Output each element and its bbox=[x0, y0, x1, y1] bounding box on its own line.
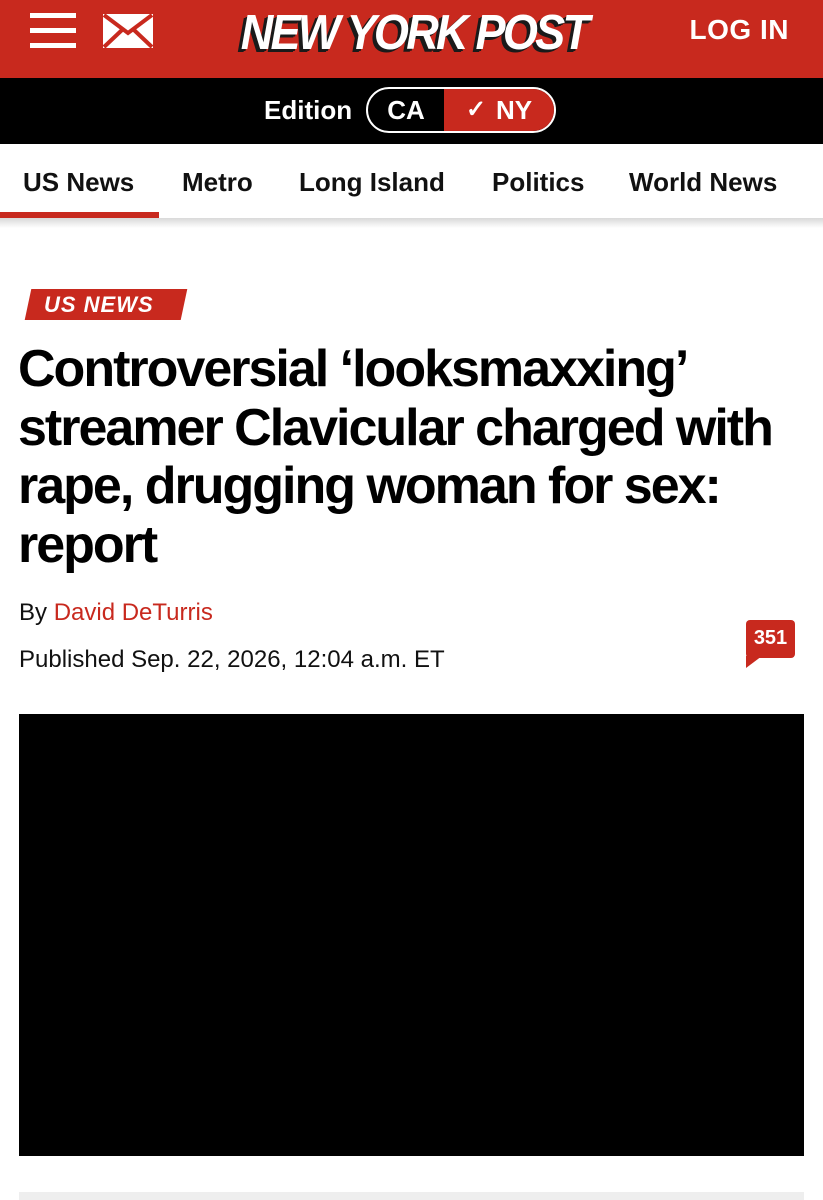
checkmark-icon: ✓ bbox=[466, 96, 487, 123]
edition-option-ca[interactable]: CA bbox=[368, 89, 444, 131]
published-date: Published Sep. 22, 2026, 12:04 a.m. ET bbox=[19, 646, 445, 673]
edition-toggle[interactable]: CA ✓ NY bbox=[366, 87, 556, 133]
site-logo[interactable]: NEW YORK POST bbox=[239, 0, 590, 68]
article-media[interactable] bbox=[19, 714, 804, 1156]
section-tag[interactable]: US NEWS bbox=[44, 290, 154, 320]
hamburger-menu-icon[interactable] bbox=[30, 13, 76, 51]
nav-item-metro[interactable]: Metro bbox=[182, 167, 253, 198]
edition-option-ny-label: NY bbox=[496, 95, 533, 125]
login-button[interactable]: LOG IN bbox=[690, 14, 789, 46]
byline: By David DeTurris bbox=[19, 599, 213, 627]
section-nav: US News Metro Long Island Politics World… bbox=[0, 144, 823, 218]
edition-bar: Edition CA ✓ NY bbox=[0, 78, 823, 144]
content-divider bbox=[19, 1192, 804, 1200]
nav-shadow bbox=[0, 218, 823, 228]
comment-count: 351 bbox=[746, 620, 795, 658]
nav-item-long-island[interactable]: Long Island bbox=[299, 167, 445, 198]
nav-item-politics[interactable]: Politics bbox=[492, 167, 584, 198]
byline-prefix: By bbox=[19, 599, 48, 626]
envelope-icon[interactable] bbox=[102, 13, 154, 49]
comment-bubble-icon bbox=[746, 656, 762, 668]
edition-label: Edition bbox=[264, 95, 353, 125]
top-header: NEW YORK POST LOG IN bbox=[0, 0, 823, 78]
author-link[interactable]: David DeTurris bbox=[54, 599, 213, 626]
edition-option-ny[interactable]: ✓ NY bbox=[444, 89, 554, 131]
nav-item-world-news[interactable]: World News bbox=[629, 167, 777, 198]
nav-item-us-news[interactable]: US News bbox=[23, 167, 134, 198]
comments-button[interactable]: 351 bbox=[746, 620, 795, 668]
article-headline: Controversial ‘looksmaxxing’ streamer Cl… bbox=[18, 340, 774, 574]
